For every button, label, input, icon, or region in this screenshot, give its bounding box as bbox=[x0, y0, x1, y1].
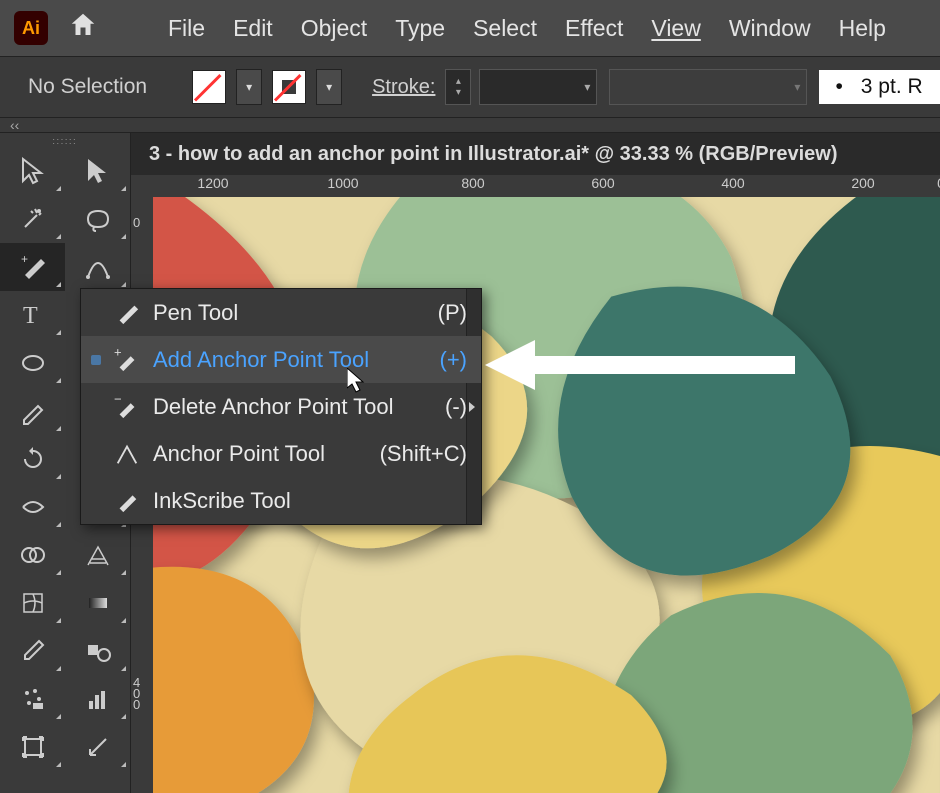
fill-swatch[interactable] bbox=[192, 70, 226, 104]
ruler-mark: 4 0 0 bbox=[133, 677, 140, 710]
flyout-item-pen-tool[interactable]: Pen Tool (P) bbox=[81, 289, 481, 336]
control-bar: No Selection ▾ ▾ Stroke: ▴ ▾ ▾ ▾ • 3 pt.… bbox=[0, 56, 940, 118]
pencil-tool[interactable] bbox=[0, 387, 65, 435]
menu-view[interactable]: View bbox=[651, 15, 700, 42]
ruler-mark: 0 bbox=[133, 217, 140, 228]
column-graph-tool[interactable] bbox=[65, 675, 130, 723]
brush-definition-dropdown[interactable]: ▾ bbox=[609, 69, 807, 105]
brush-preset-label: 3 pt. R bbox=[861, 75, 923, 99]
perspective-grid-tool[interactable] bbox=[65, 531, 130, 579]
stroke-dropdown[interactable]: ▾ bbox=[316, 69, 342, 105]
mouse-cursor-icon bbox=[347, 368, 367, 394]
tool-icon: − bbox=[113, 394, 141, 420]
flyout-item-label: InkScribe Tool bbox=[153, 488, 455, 514]
tool-icon: + bbox=[113, 347, 141, 373]
flyout-item-shortcut: (P) bbox=[438, 300, 467, 326]
menu-effect[interactable]: Effect bbox=[565, 15, 623, 42]
submenu-indicator-icon bbox=[469, 402, 475, 412]
stroke-label[interactable]: Stroke: bbox=[372, 76, 435, 99]
slice-tool[interactable] bbox=[65, 723, 130, 771]
menu-bar: Ai File Edit Object Type Select Effect V… bbox=[0, 0, 940, 56]
tool-icon bbox=[113, 488, 141, 514]
fill-dropdown[interactable]: ▾ bbox=[236, 69, 262, 105]
blend-tool[interactable] bbox=[65, 627, 130, 675]
menu-type[interactable]: Type bbox=[395, 15, 445, 42]
mesh-tool[interactable] bbox=[0, 579, 65, 627]
chevron-up-icon: ▴ bbox=[456, 76, 461, 87]
flyout-item-shortcut: (-) bbox=[445, 394, 467, 420]
svg-text:T: T bbox=[23, 303, 38, 329]
eyedropper-tool[interactable] bbox=[0, 627, 65, 675]
ellipse-tool[interactable] bbox=[0, 339, 65, 387]
ruler-mark: 600 bbox=[591, 175, 614, 191]
app-logo: Ai bbox=[14, 11, 48, 45]
rotate-tool[interactable] bbox=[0, 435, 65, 483]
horizontal-ruler[interactable]: 120010008006004002000 bbox=[153, 175, 940, 198]
type-tool[interactable]: T bbox=[0, 291, 65, 339]
home-icon[interactable] bbox=[68, 10, 98, 46]
flyout-item-label: Anchor Point Tool bbox=[153, 441, 368, 467]
menu-help[interactable]: Help bbox=[839, 15, 886, 42]
ruler-mark: 1000 bbox=[327, 175, 358, 191]
menu-edit[interactable]: Edit bbox=[233, 15, 273, 42]
flyout-item-label: Pen Tool bbox=[153, 300, 426, 326]
variable-width-profile-dropdown[interactable]: ▾ bbox=[479, 69, 597, 105]
tool-icon bbox=[113, 300, 141, 326]
flyout-item-delete-anchor-point-tool[interactable]: − Delete Anchor Point Tool (-) bbox=[81, 383, 481, 430]
curvature-tool[interactable] bbox=[65, 243, 130, 291]
flyout-item-shortcut: (+) bbox=[440, 347, 468, 373]
active-indicator-icon bbox=[91, 355, 101, 365]
svg-text:+: + bbox=[114, 347, 122, 359]
ruler-mark: 1200 bbox=[197, 175, 228, 191]
flyout-item-label: Delete Anchor Point Tool bbox=[153, 394, 433, 420]
stroke-swatch[interactable] bbox=[272, 70, 306, 104]
flyout-item-add-anchor-point-tool[interactable]: + Add Anchor Point Tool (+) bbox=[81, 336, 481, 383]
ruler-mark: 200 bbox=[851, 175, 874, 191]
chevron-down-icon: ▾ bbox=[456, 87, 461, 98]
menu-window[interactable]: Window bbox=[729, 15, 811, 42]
menu-file[interactable]: File bbox=[168, 15, 205, 42]
shape-builder-tool[interactable] bbox=[0, 531, 65, 579]
menu-object[interactable]: Object bbox=[301, 15, 367, 42]
annotation-arrow bbox=[485, 340, 805, 390]
width-tool[interactable] bbox=[0, 483, 65, 531]
pen-tool-flyout-menu: Pen Tool (P) + Add Anchor Point Tool (+) − Del… bbox=[80, 288, 482, 525]
selection-tool[interactable] bbox=[0, 147, 65, 195]
document-tab[interactable]: 3 - how to add an anchor point in Illust… bbox=[131, 133, 940, 175]
artboard-tool[interactable] bbox=[0, 723, 65, 771]
direct-selection-tool[interactable] bbox=[65, 147, 130, 195]
panel-grip-icon[interactable]: ∷∷∷ bbox=[0, 137, 130, 147]
pen-tool[interactable]: + bbox=[0, 243, 65, 291]
panel-collapse-handle[interactable]: ‹‹ bbox=[0, 118, 940, 133]
svg-text:+: + bbox=[21, 253, 28, 266]
flyout-item-anchor-point-tool[interactable]: Anchor Point Tool (Shift+C) bbox=[81, 430, 481, 477]
magic-wand-tool[interactable] bbox=[0, 195, 65, 243]
flyout-item-label: Add Anchor Point Tool bbox=[153, 347, 428, 373]
ruler-mark: 400 bbox=[721, 175, 744, 191]
symbol-sprayer-tool[interactable] bbox=[0, 675, 65, 723]
flyout-item-inkscribe-tool[interactable]: InkScribe Tool bbox=[81, 477, 481, 524]
gradient-tool[interactable] bbox=[65, 579, 130, 627]
main-menu: File Edit Object Type Select Effect View… bbox=[168, 15, 886, 42]
lasso-tool[interactable] bbox=[65, 195, 130, 243]
bullet-icon: • bbox=[835, 75, 842, 99]
stroke-weight-stepper[interactable]: ▴ ▾ bbox=[445, 69, 471, 105]
ruler-mark: 800 bbox=[461, 175, 484, 191]
menu-select[interactable]: Select bbox=[473, 15, 537, 42]
tool-icon bbox=[113, 441, 141, 467]
selection-status: No Selection bbox=[28, 75, 147, 99]
flyout-item-shortcut: (Shift+C) bbox=[380, 441, 467, 467]
svg-text:−: − bbox=[114, 394, 122, 406]
brush-preset-display[interactable]: • 3 pt. R bbox=[819, 70, 940, 104]
